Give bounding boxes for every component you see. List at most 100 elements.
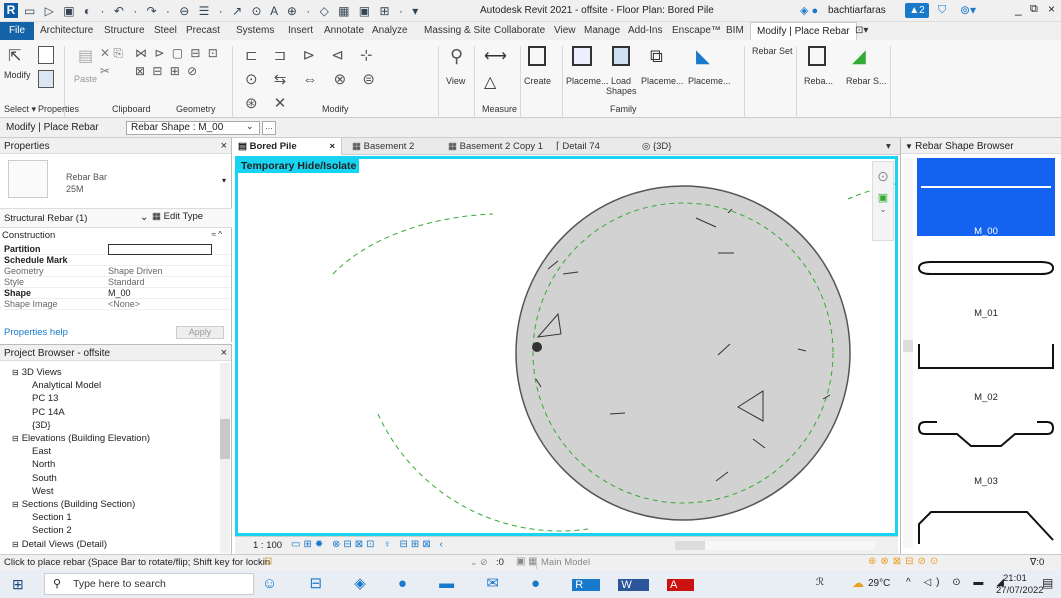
rebar-presentation-icon[interactable]: [808, 46, 826, 66]
rebar-shape-select[interactable]: Rebar Shape : M_00: [126, 121, 260, 135]
tab-precast[interactable]: Precast: [186, 25, 220, 36]
drawing-canvas[interactable]: Temporary Hide/Isolate ⊙ ▣ ⌄: [235, 156, 898, 536]
modify-tools-icons[interactable]: ⊏ ⊐ ⊳ ⊲ ⊹ ⊙ ⇆ ⇔ ⊗ ⊜ ⊛ ✕: [245, 44, 385, 116]
rebar-shape-button[interactable]: Rebar S...: [846, 76, 887, 86]
placement-plane-icon[interactable]: ⧉: [650, 46, 663, 67]
tab-file[interactable]: File: [0, 22, 34, 40]
shape-browser-scrollbar[interactable]: [903, 158, 913, 548]
property-value[interactable]: Shape Driven: [108, 266, 212, 277]
geometry-tools-icons[interactable]: ⋈ ⊳ ▢ ⊟ ⊡ ⊠ ⊟ ⊞ ⊘: [135, 44, 225, 80]
collapse-icon[interactable]: ⊟: [12, 540, 19, 549]
properties-help-link[interactable]: Properties help: [4, 327, 68, 338]
property-value[interactable]: Standard: [108, 277, 212, 288]
collapse-icon[interactable]: ⊟: [12, 500, 19, 509]
close-icon[interactable]: ×: [329, 141, 335, 152]
tab-collaborate[interactable]: Collaborate: [494, 25, 545, 36]
taskbar-search[interactable]: ⚲ Type here to search: [44, 573, 254, 595]
browser-item[interactable]: East: [32, 446, 51, 457]
close-button[interactable]: ×: [1048, 2, 1055, 16]
measure-icon[interactable]: ⟷: [484, 46, 507, 66]
tab-enscape[interactable]: Enscape™: [672, 25, 721, 36]
triangle-icon[interactable]: △: [484, 72, 496, 92]
edit-type-button[interactable]: ▦ Edit Type: [152, 211, 203, 222]
shape-item-m00[interactable]: M_00: [917, 158, 1055, 237]
rebar-shape-icon[interactable]: ◢: [852, 46, 866, 67]
instance-filter[interactable]: Structural Rebar (1): [4, 213, 87, 224]
apply-button[interactable]: Apply: [176, 326, 224, 339]
rebar-presentation-button[interactable]: Reba...: [804, 76, 833, 86]
browser-scrollbar[interactable]: [220, 363, 230, 553]
user-icon[interactable]: ◈ ●: [800, 4, 818, 17]
tab-structure[interactable]: Structure: [104, 25, 145, 36]
tab-analyze[interactable]: Analyze: [372, 25, 408, 36]
tab-bim[interactable]: BIM: [726, 25, 744, 36]
tab-basement-2-copy-1[interactable]: ▦ Basement 2 Copy 1: [448, 141, 543, 152]
properties-icon[interactable]: [38, 46, 54, 64]
browser-item[interactable]: North: [32, 459, 55, 470]
property-value[interactable]: [108, 244, 212, 255]
type-properties-icon[interactable]: [38, 70, 54, 88]
browser-item[interactable]: ⊟ Detail Views (Detail): [12, 539, 107, 550]
browser-item[interactable]: {3D}: [32, 420, 51, 431]
browser-item[interactable]: PC 14A: [32, 407, 65, 418]
tab-massing-site[interactable]: Massing & Site: [424, 25, 491, 36]
windows-start-icon[interactable]: ⊞: [12, 576, 24, 593]
workset-icon[interactable]: ⌄ ⊘: [470, 557, 488, 568]
weather-temp[interactable]: 29°C: [868, 578, 890, 589]
shape-item-m01[interactable]: M_01: [917, 246, 1055, 319]
zoom-icon[interactable]: ▣: [873, 191, 893, 204]
property-row[interactable]: Style Standard: [4, 277, 230, 288]
browser-item[interactable]: PC 13: [32, 393, 58, 404]
view-button[interactable]: View: [446, 76, 465, 86]
tab-view[interactable]: View: [554, 25, 576, 36]
lock-icon[interactable]: ⊡: [264, 556, 272, 567]
tab-list-dropdown-icon[interactable]: ▾: [886, 141, 891, 152]
restore-button[interactable]: ⧉: [1030, 3, 1038, 16]
shape-item-m02[interactable]: M_02: [917, 328, 1055, 403]
tab-architecture[interactable]: Architecture: [40, 25, 93, 36]
system-tray-icons[interactable]: ^ ◁) ⊙ ▬ ◢: [906, 577, 1009, 588]
cursor-icon[interactable]: ⇱: [8, 46, 21, 66]
horizontal-scrollbar[interactable]: [675, 541, 875, 550]
ribbon-toggle-icon[interactable]: ⊡▾: [855, 25, 868, 36]
modify-button[interactable]: Modify: [4, 70, 31, 80]
notification-icon[interactable]: ▲2: [905, 3, 929, 18]
section-construction[interactable]: Construction ≈ ^: [2, 230, 222, 241]
minimize-button[interactable]: _: [1015, 2, 1022, 16]
username[interactable]: bachtiarfaras: [828, 5, 886, 16]
property-row[interactable]: Geometry Shape Driven: [4, 266, 230, 277]
property-row[interactable]: Partition: [4, 244, 230, 255]
view-scale[interactable]: 1 : 100: [253, 540, 282, 551]
placement-orientation-button[interactable]: Placeme...: [688, 76, 731, 86]
chevron-down-icon[interactable]: ⌄: [140, 212, 148, 223]
property-value[interactable]: M_00: [108, 288, 212, 299]
quick-access-toolbar-icons[interactable]: ▭ ▷ ▣ ◐ · ↶ · ↷ · ⊖ ☰ · ↗ ⊙ A ⊕ · ◇ ▦ ▣ …: [24, 4, 421, 18]
load-shapes-button[interactable]: Load Shapes: [606, 76, 637, 96]
browser-item[interactable]: ⊟ 3D Views: [12, 367, 62, 378]
browser-item[interactable]: West: [32, 486, 53, 497]
people-icon[interactable]: ℛ: [816, 577, 824, 588]
tab-steel[interactable]: Steel: [154, 25, 177, 36]
tab-systems[interactable]: Systems: [236, 25, 274, 36]
paste-icon[interactable]: ▤: [78, 46, 93, 66]
shape-item-m04[interactable]: [917, 506, 1055, 546]
tab-manage[interactable]: Manage: [584, 25, 620, 36]
placement-plane-button[interactable]: Placeme...: [641, 76, 684, 86]
browser-item[interactable]: ⊟ Sections (Building Section): [12, 499, 135, 510]
collapse-icon[interactable]: ⊟: [12, 434, 19, 443]
clipboard-tools-icons[interactable]: ✕ ⎘ ✂: [100, 44, 130, 80]
browser-item[interactable]: South: [32, 473, 57, 484]
shape-item-m03[interactable]: M_03: [917, 410, 1055, 487]
chevron-down-icon[interactable]: ⌄: [246, 121, 254, 132]
filter-count[interactable]: ∇:0: [1030, 557, 1044, 568]
tab-modify-place-rebar[interactable]: Modify | Place Rebar: [750, 22, 857, 40]
close-icon[interactable]: ×: [221, 140, 227, 152]
tab-basement-2[interactable]: ▦ Basement 2: [352, 141, 414, 152]
notification-center-icon[interactable]: ▤: [1042, 576, 1053, 590]
property-row[interactable]: Shape Image <None>: [4, 299, 230, 310]
view-cube-icon[interactable]: ⊙: [873, 168, 893, 185]
browser-item[interactable]: ⊟ Elevations (Building Elevation): [12, 433, 150, 444]
more-button[interactable]: …: [262, 121, 276, 135]
browser-item[interactable]: Section 1: [32, 512, 72, 523]
main-model-select[interactable]: Main Model: [536, 557, 696, 569]
